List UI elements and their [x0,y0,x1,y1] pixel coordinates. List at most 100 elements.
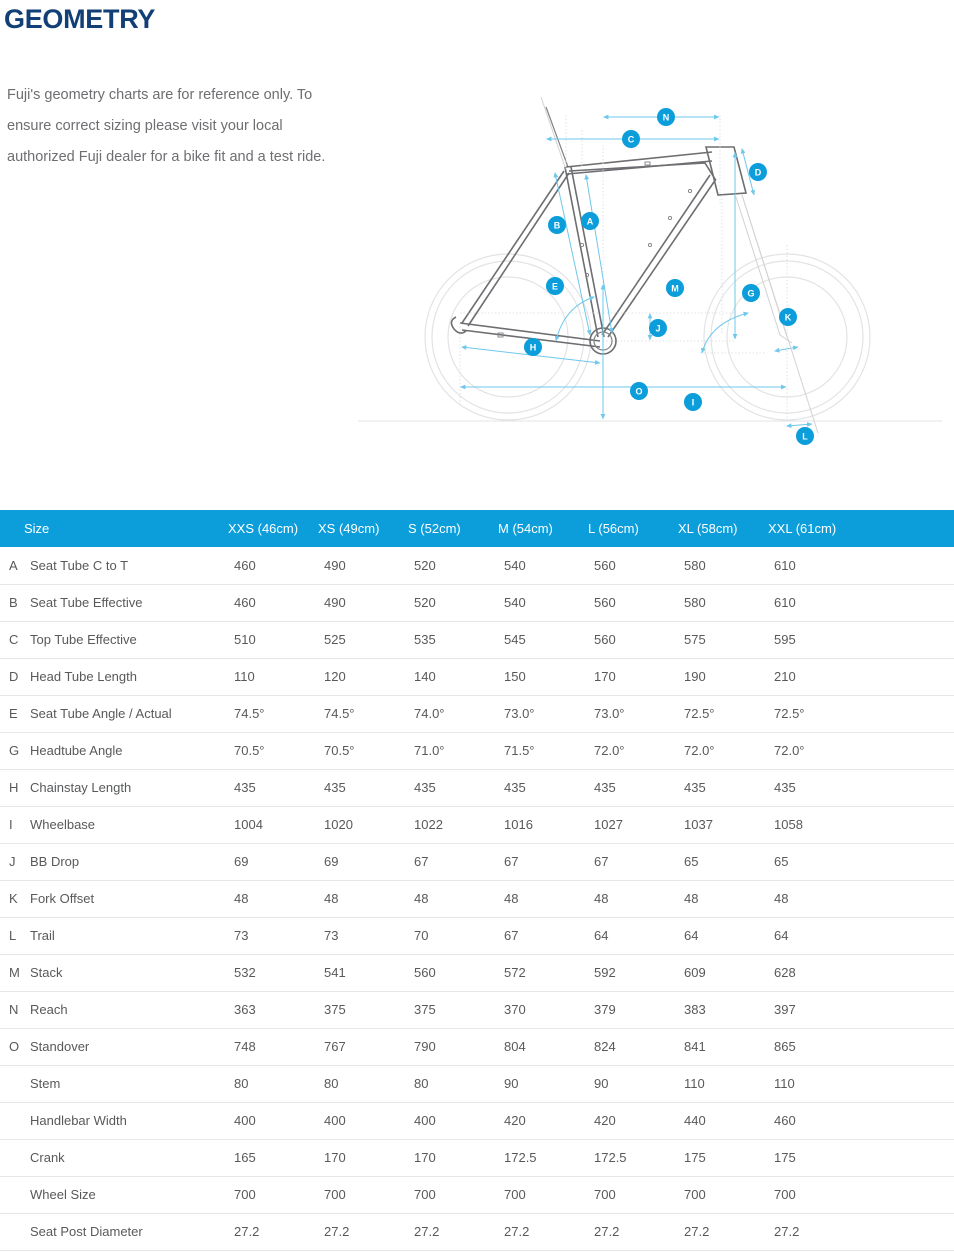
row-value: 67 [588,843,678,881]
svg-text:G: G [747,288,754,298]
row-value: 1020 [318,806,408,844]
svg-text:N: N [663,112,670,122]
row-value: 700 [588,1176,678,1214]
row-value: 170 [408,1139,498,1177]
row-label: Fork Offset [24,880,228,918]
row-label: Seat Tube Effective [24,584,228,622]
row-value: 70.5° [228,732,318,770]
row-value: 560 [588,547,678,585]
geometry-table: Size XXS (46cm) XS (49cm) S (52cm) M (54… [0,510,954,1251]
intro-paragraph: Fuji's geometry charts are for reference… [7,87,326,165]
row-value: 420 [588,1102,678,1140]
row-value: 1016 [498,806,588,844]
row-label: BB Drop [24,843,228,881]
row-letter: E [0,695,24,733]
row-value: 48 [768,880,954,918]
row-value: 170 [588,658,678,696]
row-value: 64 [588,917,678,955]
row-value: 165 [228,1139,318,1177]
row-value: 73 [318,917,408,955]
row-value: 110 [768,1065,954,1103]
svg-text:D: D [755,167,762,177]
row-label: Trail [24,917,228,955]
row-letter: C [0,621,24,659]
row-value: 700 [498,1176,588,1214]
row-value: 610 [768,547,954,585]
row-label: Chainstay Length [24,769,228,807]
callout-B: B [548,216,566,234]
svg-text:E: E [552,281,558,291]
row-value: 90 [498,1065,588,1103]
table-row: Stem 80 80 80 90 90 110 110 [0,1065,954,1103]
table-row: H Chainstay Length 435 435 435 435 435 435 435 [0,769,954,807]
row-value: 375 [318,991,408,1029]
callout-K: K [779,308,797,326]
table-row: I Wheelbase 1004 1020 1022 1016 1027 1037 1058 [0,806,954,844]
row-letter [0,1102,24,1140]
row-letter [0,1065,24,1103]
row-value: 540 [498,584,588,622]
row-letter: I [0,806,24,844]
row-value: 67 [408,843,498,881]
row-value: 440 [678,1102,768,1140]
svg-text:O: O [635,386,642,396]
svg-text:I: I [692,397,695,407]
row-value: 841 [678,1028,768,1066]
row-value: 865 [768,1028,954,1066]
row-value: 595 [768,621,954,659]
row-label: Standover [24,1028,228,1066]
table-row: M Stack 532 541 560 572 592 609 628 [0,954,954,992]
svg-text:J: J [655,323,660,333]
col-header-m: M (54cm) [498,510,588,547]
row-value: 535 [408,621,498,659]
row-label: Seat Post Diameter [24,1213,228,1251]
row-value: 460 [228,547,318,585]
row-value: 592 [588,954,678,992]
table-row: G Headtube Angle 70.5° 70.5° 71.0° 71.5° 72.0°… [0,732,954,770]
row-value: 435 [318,769,408,807]
row-label: Wheelbase [24,806,228,844]
table-row: Crank 165 170 170 172.5 172.5 175 175 [0,1139,954,1177]
row-letter: G [0,732,24,770]
table-row: D Head Tube Length 110 120 140 150 170 190 210 [0,658,954,696]
row-value: 48 [498,880,588,918]
row-value: 27.2 [498,1213,588,1251]
row-letter: A [0,547,24,585]
row-value: 767 [318,1028,408,1066]
table-row: Handlebar Width 400 400 400 420 420 440 460 [0,1102,954,1140]
row-value: 64 [678,917,768,955]
callout-N: N [657,108,675,126]
svg-text:L: L [802,431,808,441]
table-body: A Seat Tube C to T 460 490 520 540 560 580 610 B S… [0,547,954,1251]
row-value: 70 [408,917,498,955]
row-value: 532 [228,954,318,992]
svg-text:A: A [587,216,594,226]
row-letter [0,1176,24,1214]
row-value: 545 [498,621,588,659]
col-header-size: Size [24,510,228,547]
table-header: Size XXS (46cm) XS (49cm) S (52cm) M (54… [0,510,954,547]
row-value: 580 [678,547,768,585]
row-value: 520 [408,547,498,585]
row-letter: L [0,917,24,955]
bicycle-geometry-diagram: .wheel { fill:none; stroke:#e2e3e4; stro… [350,85,950,460]
row-value: 383 [678,991,768,1029]
row-label: Seat Tube C to T [24,547,228,585]
table-row: O Standover 748 767 790 804 824 841 865 [0,1028,954,1066]
row-value: 72.0° [588,732,678,770]
col-header-xs: XS (49cm) [318,510,408,547]
row-value: 490 [318,547,408,585]
row-value: 73.0° [498,695,588,733]
row-value: 73.0° [588,695,678,733]
callout-G: G [742,284,760,302]
table-row: E Seat Tube Angle / Actual 74.5° 74.5° 74.0°… [0,695,954,733]
row-value: 48 [318,880,408,918]
row-label: Crank [24,1139,228,1177]
row-letter: O [0,1028,24,1066]
row-value: 172.5 [498,1139,588,1177]
row-value: 375 [408,991,498,1029]
row-value: 170 [318,1139,408,1177]
row-value: 575 [678,621,768,659]
row-value: 71.5° [498,732,588,770]
row-value: 1058 [768,806,954,844]
